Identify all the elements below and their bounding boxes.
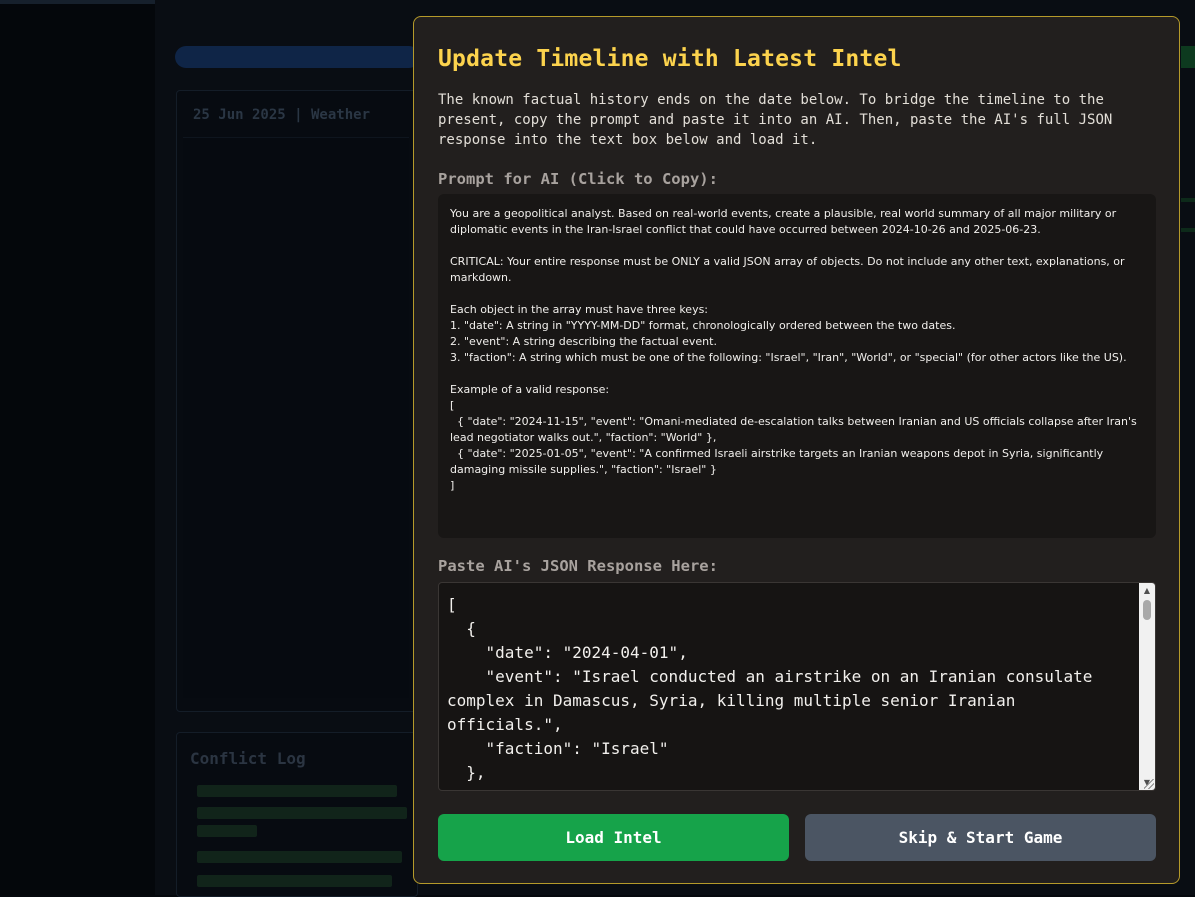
background-log-line [197, 875, 392, 887]
load-intel-button[interactable]: Load Intel [438, 814, 789, 861]
textarea-scrollbar[interactable]: ▲ ▼ [1139, 583, 1155, 790]
background-log-line [197, 825, 257, 837]
update-timeline-modal: Update Timeline with Latest Intel The kn… [413, 16, 1180, 884]
background-top-strip [0, 0, 155, 4]
ai-prompt-copy-box[interactable]: You are a geopolitical analyst. Based on… [438, 194, 1156, 538]
json-response-input[interactable]: [ { "date": "2024-04-01", "event": "Isra… [439, 583, 1139, 790]
background-edge-mark [1181, 228, 1195, 232]
paste-label: Paste AI's JSON Response Here: [438, 557, 718, 575]
background-log-title: Conflict Log [190, 749, 306, 768]
background-progress-bar [175, 46, 420, 68]
background-log-line [197, 851, 402, 863]
background-log-line [197, 785, 397, 797]
background-map [183, 137, 409, 698]
scroll-up-arrow-icon[interactable]: ▲ [1139, 583, 1155, 598]
skip-start-game-button[interactable]: Skip & Start Game [805, 814, 1156, 861]
background-status-indicator [1181, 46, 1195, 68]
json-response-field-wrapper: [ { "date": "2024-04-01", "event": "Isra… [438, 582, 1156, 791]
background-edge-mark [1181, 198, 1195, 202]
modal-description: The known factual history ends on the da… [438, 92, 1113, 148]
resize-grip-icon[interactable] [1144, 779, 1154, 789]
background-map-panel: 25 Jun 2025 | Weather [176, 90, 418, 712]
background-log-line [197, 807, 407, 819]
background-conflict-log: Conflict Log [176, 732, 418, 897]
background-date-header: 25 Jun 2025 | Weather [193, 107, 371, 123]
background-left-column [0, 0, 155, 895]
modal-title: Update Timeline with Latest Intel [438, 46, 902, 72]
prompt-label: Prompt for AI (Click to Copy): [438, 170, 718, 188]
scroll-thumb[interactable] [1143, 600, 1151, 620]
